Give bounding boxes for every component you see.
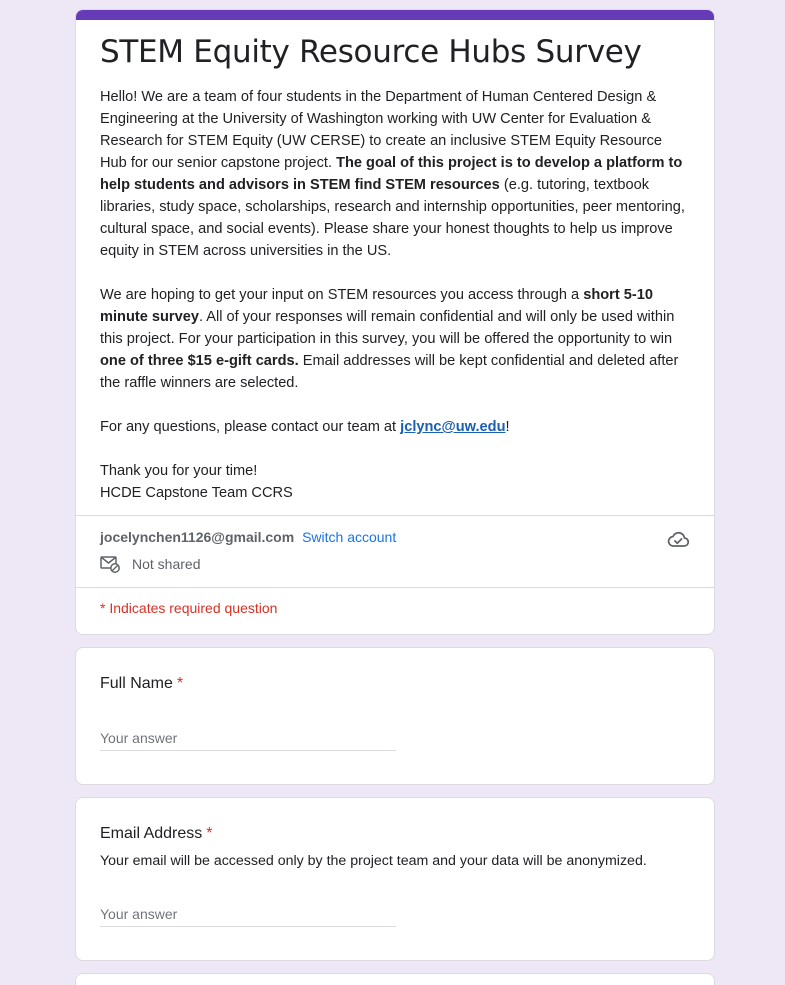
form-description: Hello! We are a team of four students in…: [100, 86, 692, 504]
email-address-input[interactable]: [100, 901, 396, 927]
not-shared-row: Not shared: [100, 555, 200, 573]
form-title: STEM Equity Resource Hubs Survey: [100, 34, 642, 70]
required-question-note: * Indicates required question: [100, 600, 278, 616]
description-signoff-line-2: HCDE Capstone Team CCRS: [100, 485, 293, 501]
cloud-done-icon: [667, 531, 690, 547]
mail-lock-icon: [100, 556, 120, 573]
description-paragraph-1: Hello! We are a team of four students in…: [100, 89, 685, 259]
description-paragraph-2: We are hoping to get your input on STEM …: [100, 287, 679, 391]
question-title: Email Address *: [100, 825, 213, 842]
divider: [76, 587, 714, 588]
question-card-email-address: Email Address * Your email will be access…: [75, 797, 715, 961]
full-name-input[interactable]: [100, 725, 396, 751]
form-header-card: STEM Equity Resource Hubs Survey Hello! …: [75, 9, 715, 635]
question-card-full-name: Full Name *: [75, 647, 715, 785]
required-asterisk: *: [206, 825, 213, 842]
question-card-next: [75, 973, 715, 985]
account-email: jocelynchen1126@gmail.com: [100, 529, 295, 545]
question-title: Full Name *: [100, 675, 184, 692]
accent-bar: [76, 10, 714, 20]
contact-email-link[interactable]: jclync@uw.edu: [400, 419, 505, 435]
question-description: Your email will be accessed only by the …: [100, 853, 647, 869]
not-shared-label: Not shared: [132, 556, 201, 572]
description-paragraph-3: For any questions, please contact our te…: [100, 419, 510, 435]
required-asterisk: *: [176, 675, 184, 692]
divider: [76, 515, 714, 516]
switch-account-link[interactable]: Switch account: [302, 529, 396, 545]
description-signoff-line-1: Thank you for your time!: [100, 463, 258, 479]
account-row: jocelynchen1126@gmail.com Switch account: [100, 527, 396, 547]
